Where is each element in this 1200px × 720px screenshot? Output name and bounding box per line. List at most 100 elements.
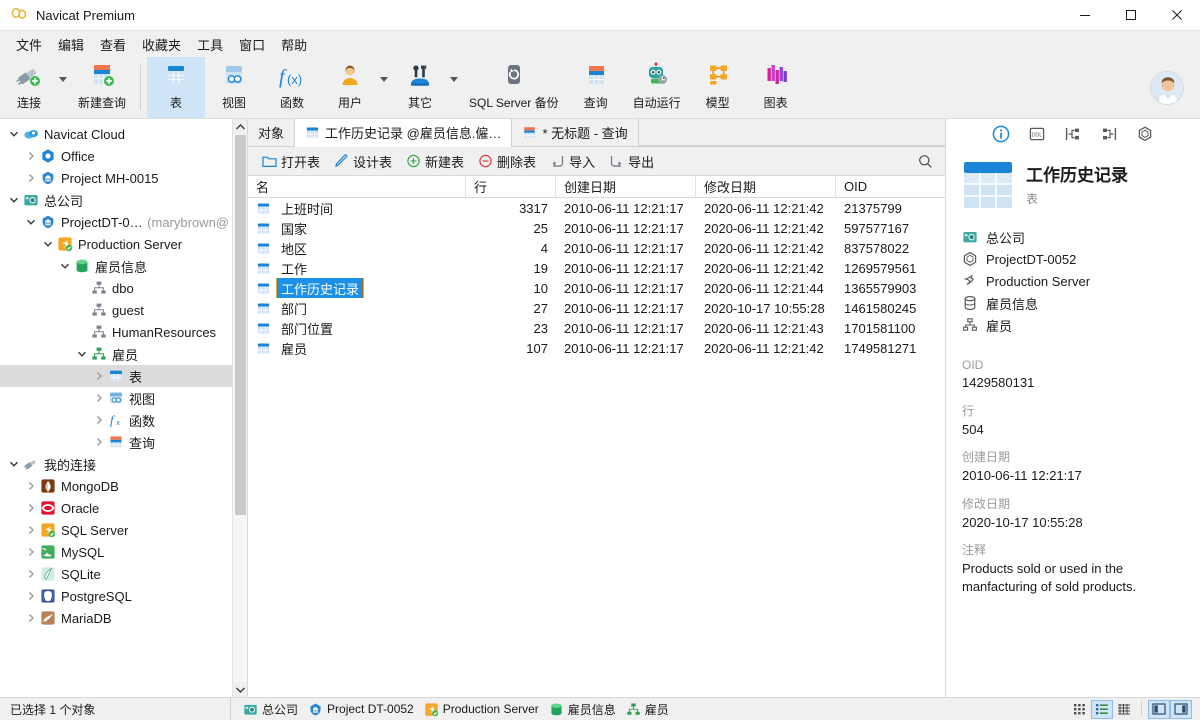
menu-view[interactable]: 查看 bbox=[92, 32, 134, 57]
tree-twisty[interactable] bbox=[6, 459, 22, 469]
twisty-down-icon[interactable] bbox=[43, 239, 53, 249]
tree-twisty[interactable] bbox=[23, 481, 39, 491]
info-tab-ddl[interactable]: DDL bbox=[1026, 123, 1048, 145]
column-header-name[interactable]: 名 bbox=[248, 176, 466, 198]
sidebar-scrollbar[interactable] bbox=[232, 119, 247, 697]
sidebar-item-oracle[interactable]: Oracle bbox=[0, 497, 247, 519]
toolbar-others[interactable]: 其它 bbox=[391, 57, 449, 118]
column-header-oid[interactable]: OID bbox=[836, 176, 945, 198]
toolbar-connection[interactable]: 连接 bbox=[0, 57, 58, 118]
sidebar-item-mysql[interactable]: MySQL bbox=[0, 541, 247, 563]
sidebar-item-[interactable]: 我的连接 bbox=[0, 453, 247, 475]
menu-file[interactable]: 文件 bbox=[8, 32, 50, 57]
table-row[interactable]: 工作历史记录 10 2010-06-11 12:21:17 2020-06-11 12… bbox=[248, 278, 945, 298]
scrollbar-thumb[interactable] bbox=[235, 135, 246, 515]
scroll-up-icon[interactable] bbox=[233, 119, 247, 134]
delete-table-button[interactable]: 删除表 bbox=[472, 149, 542, 174]
view-mode-grid[interactable] bbox=[1069, 700, 1091, 719]
toggle-right-panel[interactable] bbox=[1170, 699, 1192, 719]
menu-help[interactable]: 帮助 bbox=[273, 32, 315, 57]
tree-twisty[interactable] bbox=[23, 173, 39, 183]
toolbar-new-query[interactable]: 新建查询 bbox=[70, 57, 134, 118]
twisty-right-icon[interactable] bbox=[94, 415, 104, 425]
table-row[interactable]: 工作 19 2010-06-11 12:21:17 2020-06-11 12:21:… bbox=[248, 258, 945, 278]
toolbar-user[interactable]: 用户 bbox=[321, 57, 379, 118]
sidebar-item-mongodb[interactable]: MongoDB bbox=[0, 475, 247, 497]
breadcrumb-item[interactable]: 总公司 bbox=[243, 701, 304, 718]
info-tab-general[interactable] bbox=[990, 123, 1012, 145]
menu-favorites[interactable]: 收藏夹 bbox=[134, 32, 189, 57]
twisty-right-icon[interactable] bbox=[26, 151, 36, 161]
sidebar-item-[interactable]: 视图 bbox=[0, 387, 247, 409]
toolbar-function[interactable]: f (x) 函数 bbox=[263, 57, 321, 118]
toolbar-query[interactable]: 查询 bbox=[567, 57, 625, 118]
tree-twisty[interactable] bbox=[91, 393, 107, 403]
sidebar-item-postgresql[interactable]: PostgreSQL bbox=[0, 585, 247, 607]
column-header-modified[interactable]: 修改日期 bbox=[696, 176, 836, 198]
breadcrumb-item[interactable]: Production Server bbox=[424, 702, 545, 717]
tree-twisty[interactable] bbox=[6, 129, 22, 139]
tree-twisty[interactable] bbox=[23, 151, 39, 161]
table-row[interactable]: 部门位置 23 2010-06-11 12:21:17 2020-06-11 12:2… bbox=[248, 318, 945, 338]
sidebar-item-project-mh-0015[interactable]: Project MH-0015 bbox=[0, 167, 247, 189]
info-tab-preview[interactable] bbox=[1134, 123, 1156, 145]
tree-twisty[interactable] bbox=[40, 239, 56, 249]
twisty-right-icon[interactable] bbox=[26, 547, 36, 557]
toggle-left-panel[interactable] bbox=[1148, 699, 1170, 719]
tree-twisty[interactable] bbox=[23, 569, 39, 579]
info-tab-er-right[interactable] bbox=[1098, 123, 1120, 145]
sidebar-item-[interactable]: 表 bbox=[0, 365, 247, 387]
table-row[interactable]: 国家 25 2010-06-11 12:21:17 2020-06-11 12:21:… bbox=[248, 218, 945, 238]
twisty-down-icon[interactable] bbox=[77, 349, 87, 359]
view-mode-detail[interactable] bbox=[1113, 700, 1135, 719]
tree-twisty[interactable] bbox=[23, 525, 39, 535]
new-table-button[interactable]: 新建表 bbox=[400, 149, 470, 174]
sidebar-item-[interactable]: 雇员信息 bbox=[0, 255, 247, 277]
sidebar-item-office[interactable]: Office bbox=[0, 145, 247, 167]
tab-table-editor[interactable]: 工作历史记录 @雇员信息.僱… bbox=[295, 119, 513, 147]
sidebar-item-guest[interactable]: guest bbox=[0, 299, 247, 321]
breadcrumb-item[interactable]: 雇员信息 bbox=[549, 701, 622, 718]
view-mode-list[interactable] bbox=[1091, 699, 1113, 719]
toolbar-table[interactable]: 表 bbox=[147, 57, 206, 118]
twisty-right-icon[interactable] bbox=[94, 437, 104, 447]
import-button[interactable]: 导入 bbox=[544, 149, 601, 174]
sidebar-item-dbo[interactable]: dbo bbox=[0, 277, 247, 299]
tab-objects[interactable]: 对象 bbox=[248, 118, 296, 146]
info-tab-er-left[interactable] bbox=[1062, 123, 1084, 145]
table-row[interactable]: 地区 4 2010-06-11 12:21:17 2020-06-11 12:21:4… bbox=[248, 238, 945, 258]
tree-twisty[interactable] bbox=[91, 415, 107, 425]
search-button[interactable] bbox=[918, 154, 945, 169]
twisty-down-icon[interactable] bbox=[9, 129, 19, 139]
sidebar-item-[interactable]: f x 函数 bbox=[0, 409, 247, 431]
sidebar-item-navicat-cloud[interactable]: Navicat Cloud bbox=[0, 123, 247, 145]
tree-twisty[interactable] bbox=[91, 371, 107, 381]
scroll-down-icon[interactable] bbox=[233, 682, 247, 697]
minimize-icon[interactable] bbox=[1062, 0, 1108, 31]
twisty-down-icon[interactable] bbox=[26, 217, 36, 227]
twisty-right-icon[interactable] bbox=[94, 371, 104, 381]
toolbar-chart[interactable]: 图表 bbox=[747, 57, 805, 118]
sidebar-item-projectdt-0052[interactable]: ProjectDT-0052 (marybrown@ bbox=[0, 211, 247, 233]
sidebar-item-[interactable]: 查询 bbox=[0, 431, 247, 453]
sidebar-item-[interactable]: 雇员 bbox=[0, 343, 247, 365]
close-icon[interactable] bbox=[1154, 0, 1200, 31]
sidebar-item-sqlite[interactable]: SQLite bbox=[0, 563, 247, 585]
tree-twisty[interactable] bbox=[23, 503, 39, 513]
toolbar-connection-dropdown[interactable] bbox=[58, 57, 70, 118]
twisty-right-icon[interactable] bbox=[26, 591, 36, 601]
table-row[interactable]: 雇员 107 2010-06-11 12:21:17 2020-06-11 12:21… bbox=[248, 338, 945, 358]
sidebar-item-[interactable]: 总公司 bbox=[0, 189, 247, 211]
table-row[interactable]: 上班时间 3317 2010-06-11 12:21:17 2020-06-11 12… bbox=[248, 198, 945, 218]
twisty-right-icon[interactable] bbox=[26, 481, 36, 491]
twisty-right-icon[interactable] bbox=[94, 393, 104, 403]
sidebar-item-humanresources[interactable]: HumanResources bbox=[0, 321, 247, 343]
twisty-right-icon[interactable] bbox=[26, 503, 36, 513]
twisty-right-icon[interactable] bbox=[26, 173, 36, 183]
toolbar-view[interactable]: 视图 bbox=[205, 57, 263, 118]
breadcrumb-item[interactable]: 雇员 bbox=[626, 701, 675, 718]
menu-edit[interactable]: 编辑 bbox=[50, 32, 92, 57]
toolbar-model[interactable]: 模型 bbox=[689, 57, 747, 118]
twisty-right-icon[interactable] bbox=[26, 569, 36, 579]
tree-twisty[interactable] bbox=[91, 437, 107, 447]
